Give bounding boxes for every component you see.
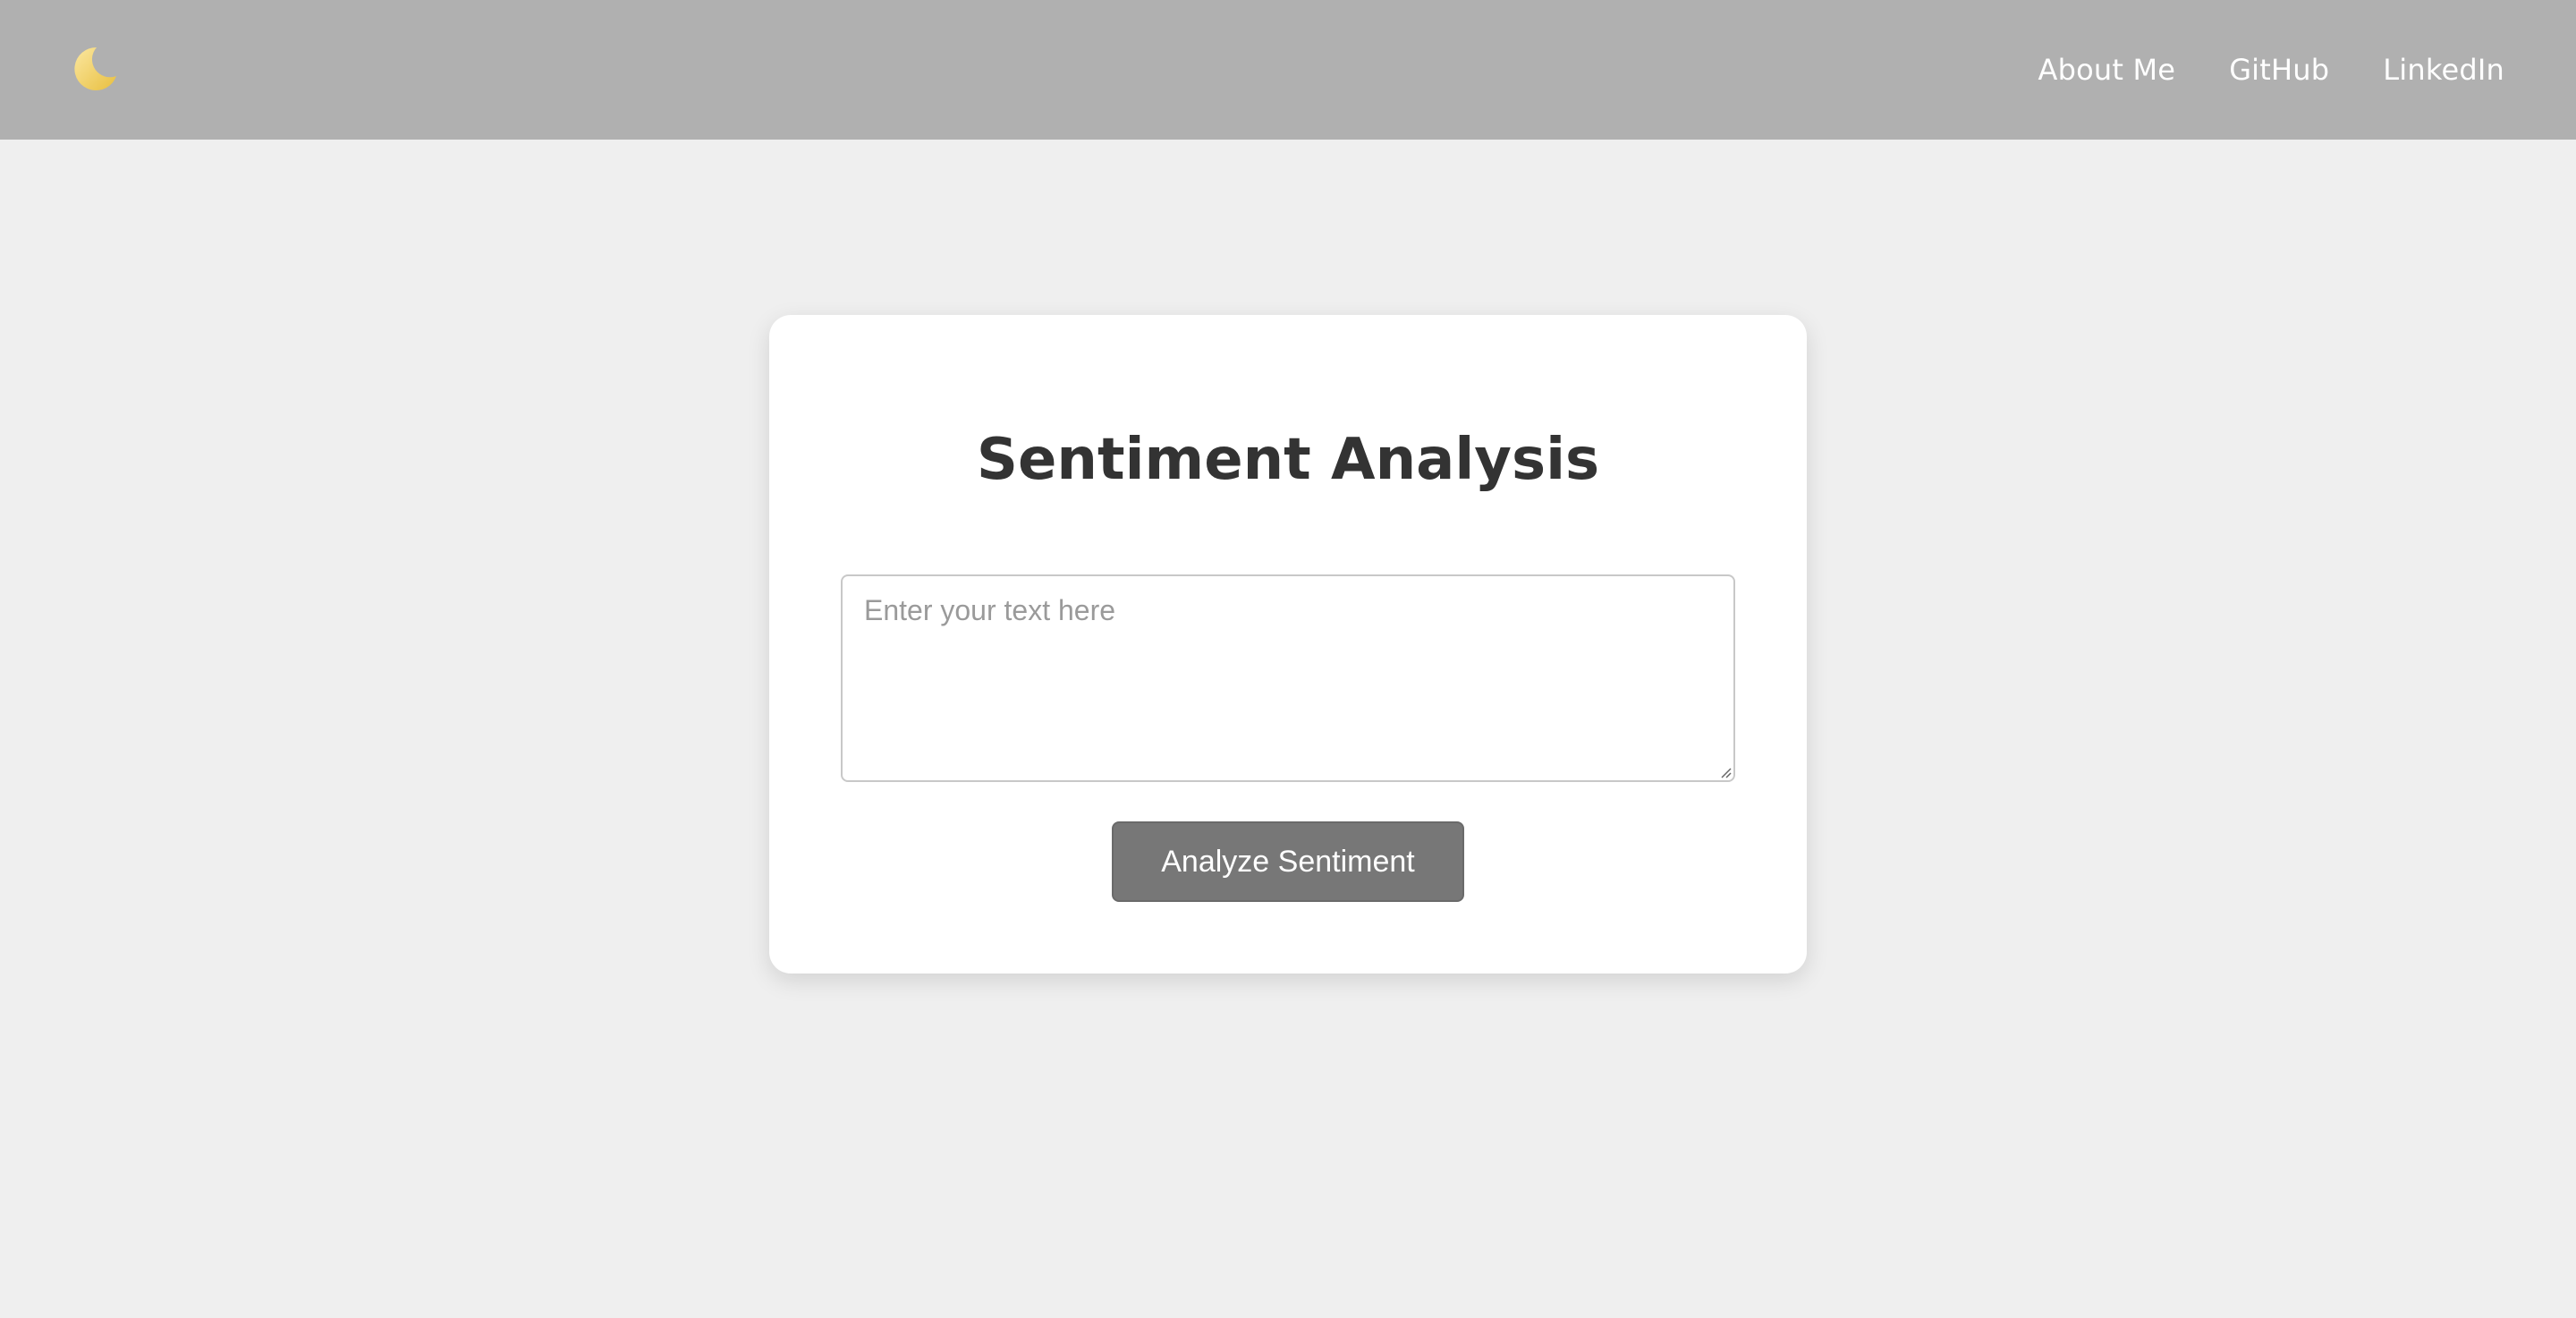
resize-handle-icon[interactable]: [1719, 766, 1732, 778]
crescent-moon-icon: [74, 47, 116, 90]
page-title: Sentiment Analysis: [976, 427, 1600, 493]
text-input[interactable]: [841, 574, 1735, 782]
analyze-sentiment-button[interactable]: Analyze Sentiment: [1112, 821, 1464, 902]
theme-toggle-button[interactable]: [70, 42, 122, 94]
sentiment-card: Sentiment Analysis Analyze Sentiment: [769, 315, 1807, 974]
nav-link-linkedin[interactable]: LinkedIn: [2383, 53, 2504, 87]
nav-links: About Me GitHub LinkedIn: [2038, 0, 2505, 140]
nav-link-github[interactable]: GitHub: [2229, 53, 2329, 87]
nav-link-about-me[interactable]: About Me: [2038, 53, 2176, 87]
navbar: About Me GitHub LinkedIn: [0, 0, 2576, 140]
